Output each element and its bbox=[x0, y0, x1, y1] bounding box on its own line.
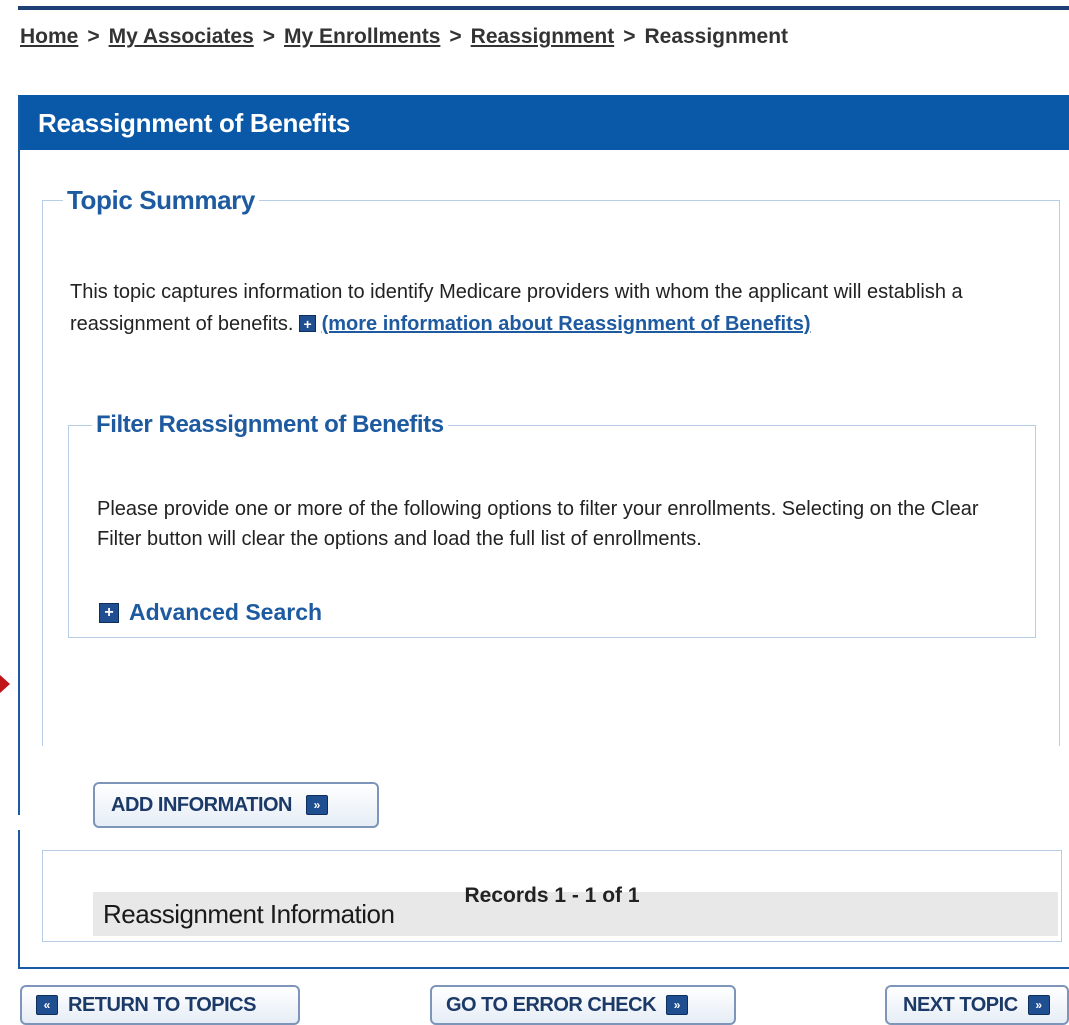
filter-description: Please provide one or more of the follow… bbox=[97, 498, 979, 550]
return-to-topics-label: RETURN TO TOPICS bbox=[68, 993, 256, 1016]
breadcrumb-separator: > bbox=[87, 25, 100, 48]
records-count: Records 1 - 1 of 1 bbox=[464, 884, 640, 907]
plus-icon[interactable]: + bbox=[299, 315, 317, 332]
next-topic-label: NEXT TOPIC bbox=[903, 993, 1018, 1016]
more-info-link[interactable]: (more information about Reassignment of … bbox=[322, 313, 811, 335]
reassignment-panel: Reassignment of Benefits Topic Summary T… bbox=[18, 95, 1069, 936]
breadcrumb-separator: > bbox=[623, 25, 636, 48]
double-chevron-left-icon: « bbox=[36, 995, 58, 1015]
filter-legend: Filter Reassignment of Benefits bbox=[96, 411, 444, 438]
advanced-search-toggle[interactable]: + Advanced Search bbox=[99, 599, 322, 626]
records-panel: Records 1 - 1 of 1 bbox=[18, 830, 1069, 969]
breadcrumb-reassignment-link[interactable]: Reassignment bbox=[471, 25, 615, 48]
go-to-error-check-label: GO TO ERROR CHECK bbox=[446, 993, 657, 1016]
next-topic-button[interactable]: NEXT TOPIC » bbox=[885, 985, 1069, 1025]
plus-icon[interactable]: + bbox=[99, 602, 119, 623]
go-to-error-check-button[interactable]: GO TO ERROR CHECK » bbox=[430, 985, 736, 1025]
records-box: Records 1 - 1 of 1 bbox=[42, 850, 1062, 942]
add-information-button[interactable]: ADD INFORMATION » bbox=[93, 782, 379, 828]
breadcrumb-current: Reassignment bbox=[644, 25, 789, 48]
top-rule bbox=[18, 6, 1069, 10]
topic-summary-legend: Topic Summary bbox=[67, 185, 255, 215]
add-information-label: ADD INFORMATION bbox=[111, 793, 293, 816]
indicator-arrow-icon bbox=[0, 675, 10, 693]
filter-section: Filter Reassignment of Benefits Please p… bbox=[68, 411, 1036, 638]
double-chevron-right-icon: » bbox=[666, 995, 689, 1015]
topic-summary-section: Topic Summary This topic captures inform… bbox=[42, 185, 1060, 936]
panel-title: Reassignment of Benefits bbox=[38, 108, 351, 138]
panel-header: Reassignment of Benefits bbox=[20, 95, 1069, 150]
breadcrumb-my-enrollments-link[interactable]: My Enrollments bbox=[284, 25, 440, 48]
return-to-topics-button[interactable]: « RETURN TO TOPICS bbox=[20, 985, 300, 1025]
breadcrumb: Home > My Associates > My Enrollments > Reassi… bbox=[20, 25, 788, 49]
double-chevron-right-icon: » bbox=[1027, 995, 1050, 1015]
breadcrumb-separator: > bbox=[262, 25, 276, 48]
breadcrumb-my-associates-link[interactable]: My Associates bbox=[109, 25, 254, 48]
breadcrumb-home-link[interactable]: Home bbox=[20, 25, 78, 48]
double-chevron-right-icon: » bbox=[306, 795, 328, 815]
breadcrumb-separator: > bbox=[449, 25, 462, 48]
advanced-search-label[interactable]: Advanced Search bbox=[129, 599, 322, 626]
topic-summary-text: This topic captures information to ident… bbox=[70, 276, 1020, 340]
